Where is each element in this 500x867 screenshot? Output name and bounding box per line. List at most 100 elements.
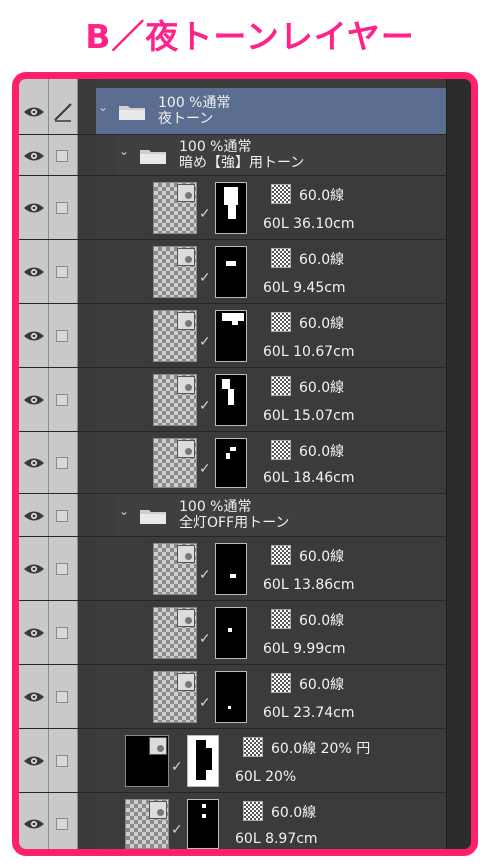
edit-lock-checkbox[interactable] xyxy=(56,266,68,278)
folder-blend-mode: 100 %通常 xyxy=(179,498,252,515)
eye-icon[interactable] xyxy=(23,627,45,639)
tone-density-info: 60L 20% xyxy=(235,769,297,785)
edit-lock-checkbox[interactable] xyxy=(56,627,68,639)
check-icon: ✓ xyxy=(199,695,211,711)
edit-lock-checkbox[interactable] xyxy=(56,457,68,469)
layer-mask-thumbnail[interactable] xyxy=(215,182,247,234)
edit-lock-checkbox[interactable] xyxy=(56,509,68,522)
layer-row[interactable]: ✓ 60.0線 60L 18.46cm xyxy=(19,432,447,494)
tone-layer-badge-icon xyxy=(177,248,195,266)
tone-layer-badge-icon xyxy=(177,376,195,394)
tone-setting: 60.0線 xyxy=(299,549,345,565)
tone-pattern-icon xyxy=(271,545,291,565)
folder-name: 夜トーン xyxy=(158,110,214,127)
row-content[interactable]: ✓ 60.0線 60L 10.67cm xyxy=(145,304,447,367)
layer-row[interactable]: ✓ 60.0線 60L 23.74cm xyxy=(19,665,447,729)
eye-icon[interactable] xyxy=(23,202,45,214)
eye-icon[interactable] xyxy=(23,330,45,342)
folder-row[interactable]: ⌄ 100 %通常 夜トーン xyxy=(19,88,447,135)
eye-icon[interactable] xyxy=(23,510,45,522)
layer-panel: ⌄ 100 %通常 夜トーン ⌄ 100 %通常 暗め【強】用トーン ✓ 60.0線 60L 3… xyxy=(12,72,478,856)
tone-setting: 60.0線 xyxy=(299,316,345,332)
tone-pattern-icon xyxy=(271,184,291,204)
eye-icon[interactable] xyxy=(23,106,45,118)
row-content[interactable]: ✓ 60.0線 60L 9.45cm xyxy=(145,240,447,303)
folder-name: 暗め【強】用トーン xyxy=(179,154,305,171)
edit-lock-checkbox[interactable] xyxy=(56,202,68,214)
tone-layer-badge-icon xyxy=(149,801,167,819)
row-content[interactable]: ⌄ 100 %通常 全灯OFF用トーン xyxy=(117,494,447,536)
row-content[interactable]: ⌄ 100 %通常 夜トーン xyxy=(96,88,447,134)
folder-row[interactable]: ⌄ 100 %通常 暗め【強】用トーン xyxy=(19,135,447,176)
tone-setting: 60.0線 xyxy=(299,444,345,460)
tone-pattern-icon xyxy=(243,801,263,821)
layer-row[interactable]: ✓ 60.0線 60L 36.10cm xyxy=(19,176,447,240)
layer-mask-thumbnail[interactable] xyxy=(187,799,219,849)
eye-icon[interactable] xyxy=(23,691,45,703)
row-content[interactable]: ✓ 60.0線 60L 18.46cm xyxy=(145,432,447,493)
edit-lock-checkbox[interactable] xyxy=(56,330,68,342)
eye-icon[interactable] xyxy=(23,457,45,469)
tone-layer-badge-icon xyxy=(177,673,195,691)
layer-mask-thumbnail[interactable] xyxy=(215,374,247,426)
edit-lock-checkbox[interactable] xyxy=(56,755,68,767)
layer-row[interactable]: ✓ 60.0線 60L 9.45cm xyxy=(19,240,447,304)
row-content[interactable]: ✓ 60.0線 60L 15.07cm xyxy=(145,368,447,431)
chevron-down-icon[interactable]: ⌄ xyxy=(119,144,129,158)
check-icon: ✓ xyxy=(199,270,211,286)
tone-pattern-icon xyxy=(271,609,291,629)
chevron-down-icon[interactable]: ⌄ xyxy=(119,504,129,518)
eye-icon[interactable] xyxy=(23,394,45,406)
layer-mask-thumbnail[interactable] xyxy=(187,735,219,787)
tone-pattern-icon xyxy=(271,312,291,332)
layer-row[interactable]: ✓ 60.0線 60L 8.97cm xyxy=(19,793,447,849)
tone-layer-badge-icon xyxy=(177,545,195,563)
layer-row[interactable]: ✓ 60.0線 60L 10.67cm xyxy=(19,304,447,368)
row-content[interactable]: ✓ 60.0線 20% 円 60L 20% xyxy=(117,729,447,792)
row-content[interactable]: ✓ 60.0線 60L 8.97cm xyxy=(117,793,447,849)
eye-icon[interactable] xyxy=(23,266,45,278)
layer-mask-thumbnail[interactable] xyxy=(215,246,247,298)
row-content[interactable]: ⌄ 100 %通常 暗め【強】用トーン xyxy=(117,135,447,175)
eye-icon[interactable] xyxy=(23,755,45,767)
tone-layer-badge-icon xyxy=(149,737,167,755)
chevron-down-icon[interactable]: ⌄ xyxy=(98,100,108,114)
tone-layer-badge-icon xyxy=(177,184,195,202)
folder-icon xyxy=(118,103,146,121)
layer-mask-thumbnail[interactable] xyxy=(215,310,247,362)
layer-mask-thumbnail[interactable] xyxy=(215,607,247,659)
check-icon: ✓ xyxy=(199,567,211,583)
layer-row[interactable]: ✓ 60.0線 60L 9.99cm xyxy=(19,601,447,665)
folder-row[interactable]: ⌄ 100 %通常 全灯OFF用トーン xyxy=(19,494,447,537)
layer-mask-thumbnail[interactable] xyxy=(215,671,247,723)
edit-lock-checkbox[interactable] xyxy=(56,691,68,703)
eye-icon[interactable] xyxy=(23,563,45,575)
tone-density-info: 60L 15.07cm xyxy=(263,408,355,424)
folder-icon xyxy=(139,147,167,165)
layer-mask-thumbnail[interactable] xyxy=(215,438,247,488)
edit-lock-checkbox[interactable] xyxy=(56,563,68,575)
eye-icon[interactable] xyxy=(23,818,45,830)
scrollbar[interactable] xyxy=(446,79,471,849)
row-content[interactable]: ✓ 60.0線 60L 36.10cm xyxy=(145,176,447,239)
tone-pattern-icon xyxy=(271,376,291,396)
edit-lock-checkbox[interactable] xyxy=(56,394,68,406)
folder-name: 全灯OFF用トーン xyxy=(179,514,290,531)
tone-density-info: 60L 13.86cm xyxy=(263,577,355,593)
row-content[interactable]: ✓ 60.0線 60L 23.74cm xyxy=(145,665,447,728)
row-content[interactable]: ✓ 60.0線 60L 9.99cm xyxy=(145,601,447,664)
pen-icon[interactable] xyxy=(52,101,74,123)
tone-setting: 60.0線 xyxy=(271,805,317,821)
tone-density-info: 60L 9.99cm xyxy=(263,641,346,657)
eye-icon[interactable] xyxy=(23,150,45,162)
page-title: B／夜トーンレイヤー xyxy=(85,17,415,56)
edit-lock-checkbox[interactable] xyxy=(56,818,68,830)
layer-row[interactable]: ✓ 60.0線 60L 13.86cm xyxy=(19,537,447,601)
layer-row[interactable]: ✓ 60.0線 60L 15.07cm xyxy=(19,368,447,432)
layer-row[interactable]: ✓ 60.0線 20% 円 60L 20% xyxy=(19,729,447,793)
layer-mask-thumbnail[interactable] xyxy=(215,543,247,595)
tone-pattern-icon xyxy=(271,440,291,460)
tone-setting: 60.0線 xyxy=(299,252,345,268)
edit-lock-checkbox[interactable] xyxy=(56,149,68,162)
row-content[interactable]: ✓ 60.0線 60L 13.86cm xyxy=(145,537,447,600)
